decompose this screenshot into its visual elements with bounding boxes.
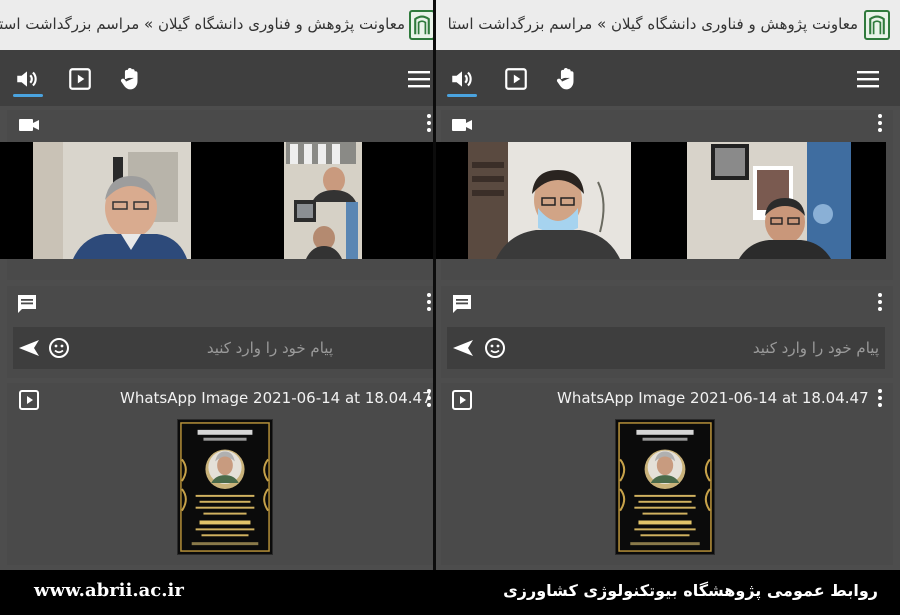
- chat-card: پیام خود را وارد کنید: [441, 286, 893, 378]
- university-logo: [409, 10, 433, 40]
- conference-window-right: معاونت پژوهش و فناوری دانشگاه گیلان » مر…: [436, 0, 900, 570]
- message-placeholder: پیام خود را وارد کنید: [752, 339, 879, 357]
- play-box-icon: [17, 388, 41, 412]
- participant-video[interactable]: [33, 142, 191, 259]
- toolbar: [436, 50, 900, 106]
- memorial-poster-image[interactable]: [177, 419, 273, 555]
- kebab-icon[interactable]: [877, 113, 883, 133]
- participant-video[interactable]: [284, 142, 362, 259]
- website-url: www.abrii.ac.ir: [34, 580, 184, 601]
- message-input[interactable]: پیام خود را وارد کنید: [13, 327, 433, 369]
- university-logo: [864, 10, 890, 40]
- kebab-icon[interactable]: [426, 388, 432, 408]
- message-input[interactable]: پیام خود را وارد کنید: [447, 327, 885, 369]
- file-card: WhatsApp Image 2021-06-14 at 18.04.47: [7, 383, 433, 565]
- hand-icon[interactable]: [118, 66, 144, 92]
- hamburger-icon[interactable]: [856, 68, 880, 90]
- play-box-icon[interactable]: [503, 66, 529, 92]
- active-tab-indicator: [13, 94, 43, 97]
- chat-card: پیام خود را وارد کنید: [7, 286, 433, 378]
- video-stream: [0, 142, 433, 259]
- video-camera-icon: [17, 113, 41, 137]
- chat-bubble-icon: [450, 292, 474, 316]
- file-name: WhatsApp Image 2021-06-14 at 18.04.47: [557, 389, 869, 407]
- speaker-icon[interactable]: [14, 66, 40, 92]
- participant-video[interactable]: [687, 142, 851, 259]
- chat-bubble-icon: [15, 292, 39, 316]
- play-box-icon[interactable]: [67, 66, 93, 92]
- send-icon[interactable]: [451, 336, 475, 360]
- participant-video[interactable]: [468, 142, 631, 259]
- file-card: WhatsApp Image 2021-06-14 at 18.04.47: [441, 383, 893, 565]
- play-box-icon: [450, 388, 474, 412]
- toolbar: [0, 50, 433, 106]
- memorial-poster-image[interactable]: [615, 419, 715, 555]
- speaker-icon[interactable]: [449, 66, 475, 92]
- conference-window-left: معاونت پژوهش و فناوری دانشگاه گیلان » مر…: [0, 0, 433, 570]
- video-stream: [436, 142, 886, 259]
- file-name: WhatsApp Image 2021-06-14 at 18.04.47: [120, 389, 432, 407]
- organization-name: روابط عمومی پژوهشگاه بیوتکنولوژی کشاورزی: [503, 581, 878, 600]
- title-bar: معاونت پژوهش و فناوری دانشگاه گیلان » مر…: [436, 0, 900, 50]
- hamburger-icon[interactable]: [407, 68, 431, 90]
- kebab-icon[interactable]: [877, 388, 883, 408]
- footer-banner: www.abrii.ac.ir روابط عمومی پژوهشگاه بیو…: [0, 570, 900, 615]
- send-icon[interactable]: [17, 336, 41, 360]
- room-title: معاونت پژوهش و فناوری دانشگاه گیلان » مر…: [0, 15, 405, 33]
- smiley-icon[interactable]: [483, 336, 507, 360]
- hand-icon[interactable]: [554, 66, 580, 92]
- message-placeholder: پیام خود را وارد کنید: [206, 339, 333, 357]
- room-title: معاونت پژوهش و فناوری دانشگاه گیلان » مر…: [447, 15, 858, 33]
- kebab-icon[interactable]: [877, 292, 883, 312]
- kebab-icon[interactable]: [426, 113, 432, 133]
- smiley-icon[interactable]: [47, 336, 71, 360]
- kebab-icon[interactable]: [426, 292, 432, 312]
- title-bar: معاونت پژوهش و فناوری دانشگاه گیلان » مر…: [0, 0, 433, 50]
- active-tab-indicator: [447, 94, 477, 97]
- video-camera-icon: [450, 113, 474, 137]
